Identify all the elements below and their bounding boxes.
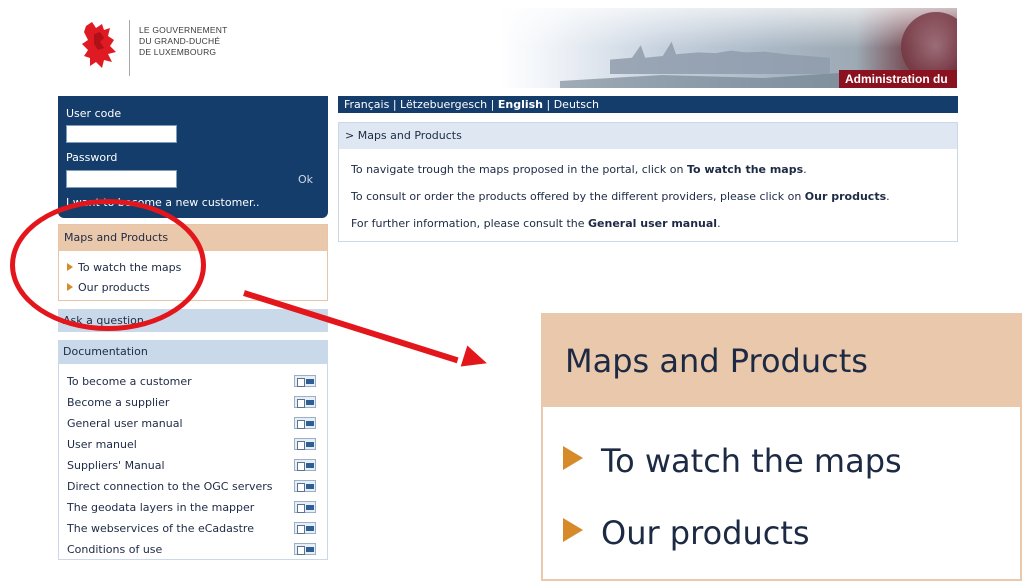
doc-link-ogc-servers[interactable]: Direct connection to the OGC servers (67, 479, 325, 495)
watch-maps-link[interactable]: To watch the maps (687, 163, 803, 176)
lang-link-french[interactable]: Français (344, 98, 389, 111)
doc-link-label: Suppliers' Manual (67, 459, 165, 472)
zoom-item-label: To watch the maps (601, 442, 902, 480)
pdf-icon[interactable] (294, 438, 316, 450)
ok-button[interactable]: Ok (298, 173, 313, 186)
pdf-icon[interactable] (294, 375, 316, 387)
red-lion-logo-icon (82, 22, 116, 68)
banner-sky (500, 8, 957, 48)
documentation-list: To become a customer Become a supplier G… (58, 364, 328, 560)
zoom-item-label: Our products (601, 514, 810, 552)
orange-triangle-bullet-icon (563, 518, 583, 542)
wordmark-line: DE LUXEMBOURG (139, 47, 217, 57)
lang-separator: | (487, 98, 498, 111)
doc-link-label: General user manual (67, 417, 183, 430)
intro-text: To consult or order the products offered… (351, 190, 805, 203)
lang-link-german[interactable]: Deutsch (554, 98, 599, 111)
government-wordmark: LE GOUVERNEMENT DU GRAND-DUCHÉ DE LUXEMB… (139, 25, 228, 58)
doc-link-label: Direct connection to the OGC servers (67, 480, 273, 493)
intro-text: . (886, 190, 890, 203)
lang-link-luxembourgish[interactable]: Lëtzebuergesch (400, 98, 487, 111)
doc-link-webservices[interactable]: The webservices of the eCadastre (67, 521, 325, 537)
red-arrow-head-icon (460, 345, 491, 374)
pdf-icon[interactable] (294, 522, 316, 534)
password-input[interactable] (66, 170, 177, 188)
orange-triangle-bullet-icon (563, 446, 583, 470)
lang-separator: | (543, 98, 554, 111)
documentation-title: Documentation (58, 340, 328, 364)
doc-link-label: To become a customer (67, 375, 192, 388)
intro-text: . (803, 163, 807, 176)
user-code-label: User code (66, 107, 122, 120)
logo-divider (129, 20, 130, 76)
doc-link-general-user-manual[interactable]: General user manual (67, 416, 325, 432)
main-content: > Maps and Products To navigate trough t… (338, 122, 958, 242)
intro-text: For further information, please consult … (351, 217, 589, 230)
doc-link-become-supplier[interactable]: Become a supplier (67, 395, 325, 411)
wordmark-line: LE GOUVERNEMENT (139, 25, 228, 35)
doc-link-label: Become a supplier (67, 396, 170, 409)
zoom-title: Maps and Products (543, 315, 1020, 407)
doc-link-label: The webservices of the eCadastre (67, 522, 254, 535)
wordmark-line: DU GRAND-DUCHÉ (139, 36, 221, 46)
pdf-icon[interactable] (294, 396, 316, 408)
language-bar: Français | Lëtzebuergesch | English | De… (338, 96, 958, 113)
doc-link-geodata-layers[interactable]: The geodata layers in the mapper (67, 500, 325, 516)
doc-link-conditions-of-use[interactable]: Conditions of use (67, 542, 325, 558)
pdf-icon[interactable] (294, 501, 316, 513)
pdf-icon[interactable] (294, 417, 316, 429)
intro-text: . (717, 217, 721, 230)
doc-link-suppliers-manual[interactable]: Suppliers' Manual (67, 458, 325, 474)
zoomed-callout: Maps and Products To watch the maps Our … (541, 313, 1022, 581)
general-user-manual-link[interactable]: General user manual (588, 217, 717, 230)
password-label: Password (66, 151, 118, 164)
intro-line-manual: For further information, please consult … (351, 217, 721, 230)
city-banner-image: Administration du (500, 8, 957, 88)
administration-label: Administration du (839, 70, 957, 88)
zoom-item-watch-maps: To watch the maps (563, 442, 902, 480)
pdf-icon[interactable] (294, 459, 316, 471)
intro-text: To navigate trough the maps proposed in … (351, 163, 687, 176)
doc-link-label: Conditions of use (67, 543, 163, 556)
red-highlight-circle (10, 199, 206, 331)
doc-link-label: User manuel (67, 438, 137, 451)
doc-link-become-customer[interactable]: To become a customer (67, 374, 325, 390)
pdf-icon[interactable] (294, 480, 316, 492)
intro-line-products: To consult or order the products offered… (351, 190, 890, 203)
doc-link-label: The geodata layers in the mapper (67, 501, 255, 514)
our-products-link[interactable]: Our products (805, 190, 886, 203)
pdf-icon[interactable] (294, 543, 316, 555)
breadcrumb: > Maps and Products (339, 123, 957, 149)
doc-link-user-manuel[interactable]: User manuel (67, 437, 325, 453)
zoom-item-our-products: Our products (563, 514, 810, 552)
lang-separator: | (389, 98, 401, 111)
user-code-input[interactable] (66, 125, 177, 143)
intro-line-maps: To navigate trough the maps proposed in … (351, 163, 807, 176)
site-header: LE GOUVERNEMENT DU GRAND-DUCHÉ DE LUXEMB… (0, 0, 1022, 95)
lang-link-english[interactable]: English (498, 98, 543, 111)
